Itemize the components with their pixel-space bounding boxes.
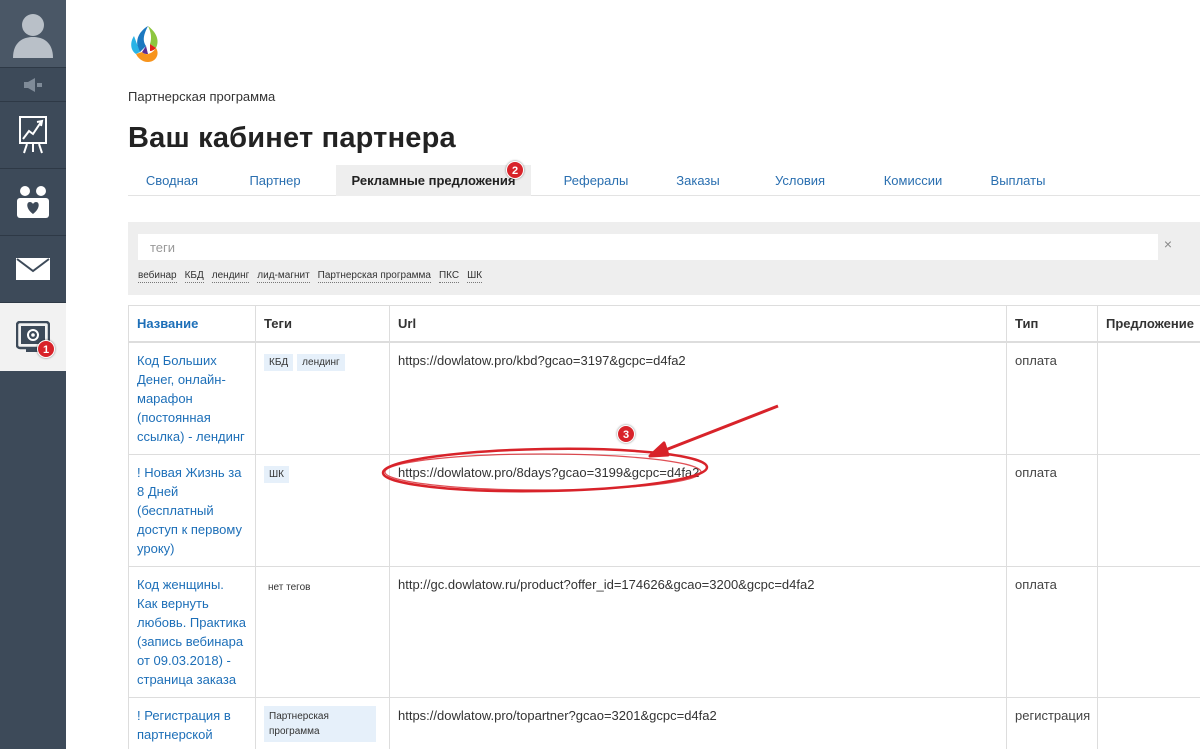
tag-filter-landing[interactable]: лендинг xyxy=(211,269,250,283)
tab-payouts[interactable]: Выплаты xyxy=(976,165,1060,196)
tag-filter-shk[interactable]: ШК xyxy=(467,269,483,283)
column-header-type: Тип xyxy=(1006,305,1098,343)
tags-cell: ШК xyxy=(255,454,390,567)
mail-icon xyxy=(16,258,50,280)
chart-icon xyxy=(19,116,47,154)
breadcrumb[interactable]: Партнерская программа xyxy=(128,89,275,104)
url-cell[interactable]: https://dowlatow.pro/topartner?gcao=3201… xyxy=(389,697,1007,749)
tab-orders[interactable]: Заказы xyxy=(663,165,733,196)
annotation-badge-1: 1 xyxy=(37,340,55,358)
type-cell: оплата xyxy=(1006,454,1098,567)
no-tags-label: нет тегов xyxy=(268,582,311,593)
annotation-badge-3: 3 xyxy=(617,425,635,443)
column-header-url: Url xyxy=(389,305,1007,343)
tag-chip: Партнерская программа xyxy=(264,706,376,742)
sidebar-item-notifications[interactable] xyxy=(0,68,66,102)
tag-filter-lead-magnet[interactable]: лид-магнит xyxy=(257,269,310,283)
tags-cell: Партнерская программа xyxy=(255,697,390,749)
tags-cell: нет тегов xyxy=(255,566,390,698)
tag-chip: лендинг xyxy=(297,354,345,371)
sidebar-item-profile[interactable] xyxy=(0,0,66,68)
tags-cell: КБД лендинг xyxy=(255,341,390,455)
tab-referrals[interactable]: Рефералы xyxy=(549,165,643,196)
offer-cell xyxy=(1097,341,1200,455)
offer-name-link[interactable]: ! Новая Жизнь за 8 Дней (бесплатный дост… xyxy=(137,465,242,556)
table-row: Код женщины. Как вернуть любовь. Практик… xyxy=(128,566,1200,698)
tag-filter-partner-program[interactable]: Партнерская программа xyxy=(317,269,431,283)
table-row: ! Регистрация в партнерской программе Па… xyxy=(128,697,1200,749)
tag-filter-panel: × вебинар КБД лендинг лид-магнит Партнер… xyxy=(128,222,1200,295)
annotation-badge-2: 2 xyxy=(506,161,524,179)
tab-ad-offers[interactable]: Рекламные предложения xyxy=(336,165,531,196)
tab-commissions[interactable]: Комиссии xyxy=(866,165,960,196)
tab-partner[interactable]: Партнер xyxy=(230,165,320,196)
column-header-tags: Теги xyxy=(255,305,390,343)
offer-name-link[interactable]: ! Регистрация в партнерской программе xyxy=(137,708,231,749)
sidebar: 1 xyxy=(0,0,66,749)
type-cell: оплата xyxy=(1006,566,1098,698)
offer-cell xyxy=(1097,697,1200,749)
tab-summary[interactable]: Сводная xyxy=(128,165,216,196)
tag-chip: ШК xyxy=(264,466,289,483)
table-header-row: Название Теги Url Тип Предложение xyxy=(128,305,1200,343)
tag-search-input[interactable] xyxy=(138,234,1158,260)
tag-filter-webinar[interactable]: вебинар xyxy=(138,269,177,283)
sidebar-item-partner-program[interactable]: 1 xyxy=(0,303,66,371)
sidebar-item-messages[interactable] xyxy=(0,236,66,303)
sidebar-item-statistics[interactable] xyxy=(0,102,66,169)
tag-chip: КБД xyxy=(264,354,294,371)
url-cell[interactable]: https://dowlatow.pro/kbd?gcao=3197&gcpc=… xyxy=(389,341,1007,455)
offer-cell xyxy=(1097,566,1200,698)
page-title: Ваш кабинет партнера xyxy=(128,122,456,154)
column-header-name[interactable]: Название xyxy=(128,305,256,343)
tag-filter-kbd[interactable]: КБД xyxy=(184,269,204,283)
url-cell[interactable]: https://dowlatow.pro/8days?gcao=3199&gcp… xyxy=(389,454,1007,567)
user-avatar-icon xyxy=(13,13,53,58)
table-row: Код Больших Денег, онлайн-марафон (посто… xyxy=(128,341,1200,455)
tab-conditions[interactable]: Условия xyxy=(758,165,842,196)
sidebar-item-family[interactable] xyxy=(0,169,66,236)
table-row: ! Новая Жизнь за 8 Дней (бесплатный дост… xyxy=(128,454,1200,567)
offer-name-link[interactable]: Код Больших Денег, онлайн-марафон (посто… xyxy=(137,353,245,444)
tag-filter-pks[interactable]: ПКС xyxy=(438,269,460,283)
offer-cell xyxy=(1097,454,1200,567)
type-cell: оплата xyxy=(1006,341,1098,455)
url-cell[interactable]: http://gc.dowlatow.ru/product?offer_id=1… xyxy=(389,566,1007,698)
offer-name-link[interactable]: Код женщины. Как вернуть любовь. Практик… xyxy=(137,577,246,687)
logo xyxy=(131,26,158,62)
column-header-offer: Предложение xyxy=(1097,305,1200,343)
offers-table: Название Теги Url Тип Предложение Код Бо… xyxy=(128,305,1200,749)
family-icon xyxy=(17,186,49,218)
tag-filter-list: вебинар КБД лендинг лид-магнит Партнерск… xyxy=(138,269,490,283)
clear-tags-icon[interactable]: × xyxy=(1161,236,1175,252)
speaker-icon xyxy=(24,77,42,92)
type-cell: регистрация xyxy=(1006,697,1098,749)
tab-bar: Сводная Партнер Рекламные предложения Ре… xyxy=(128,165,1200,196)
